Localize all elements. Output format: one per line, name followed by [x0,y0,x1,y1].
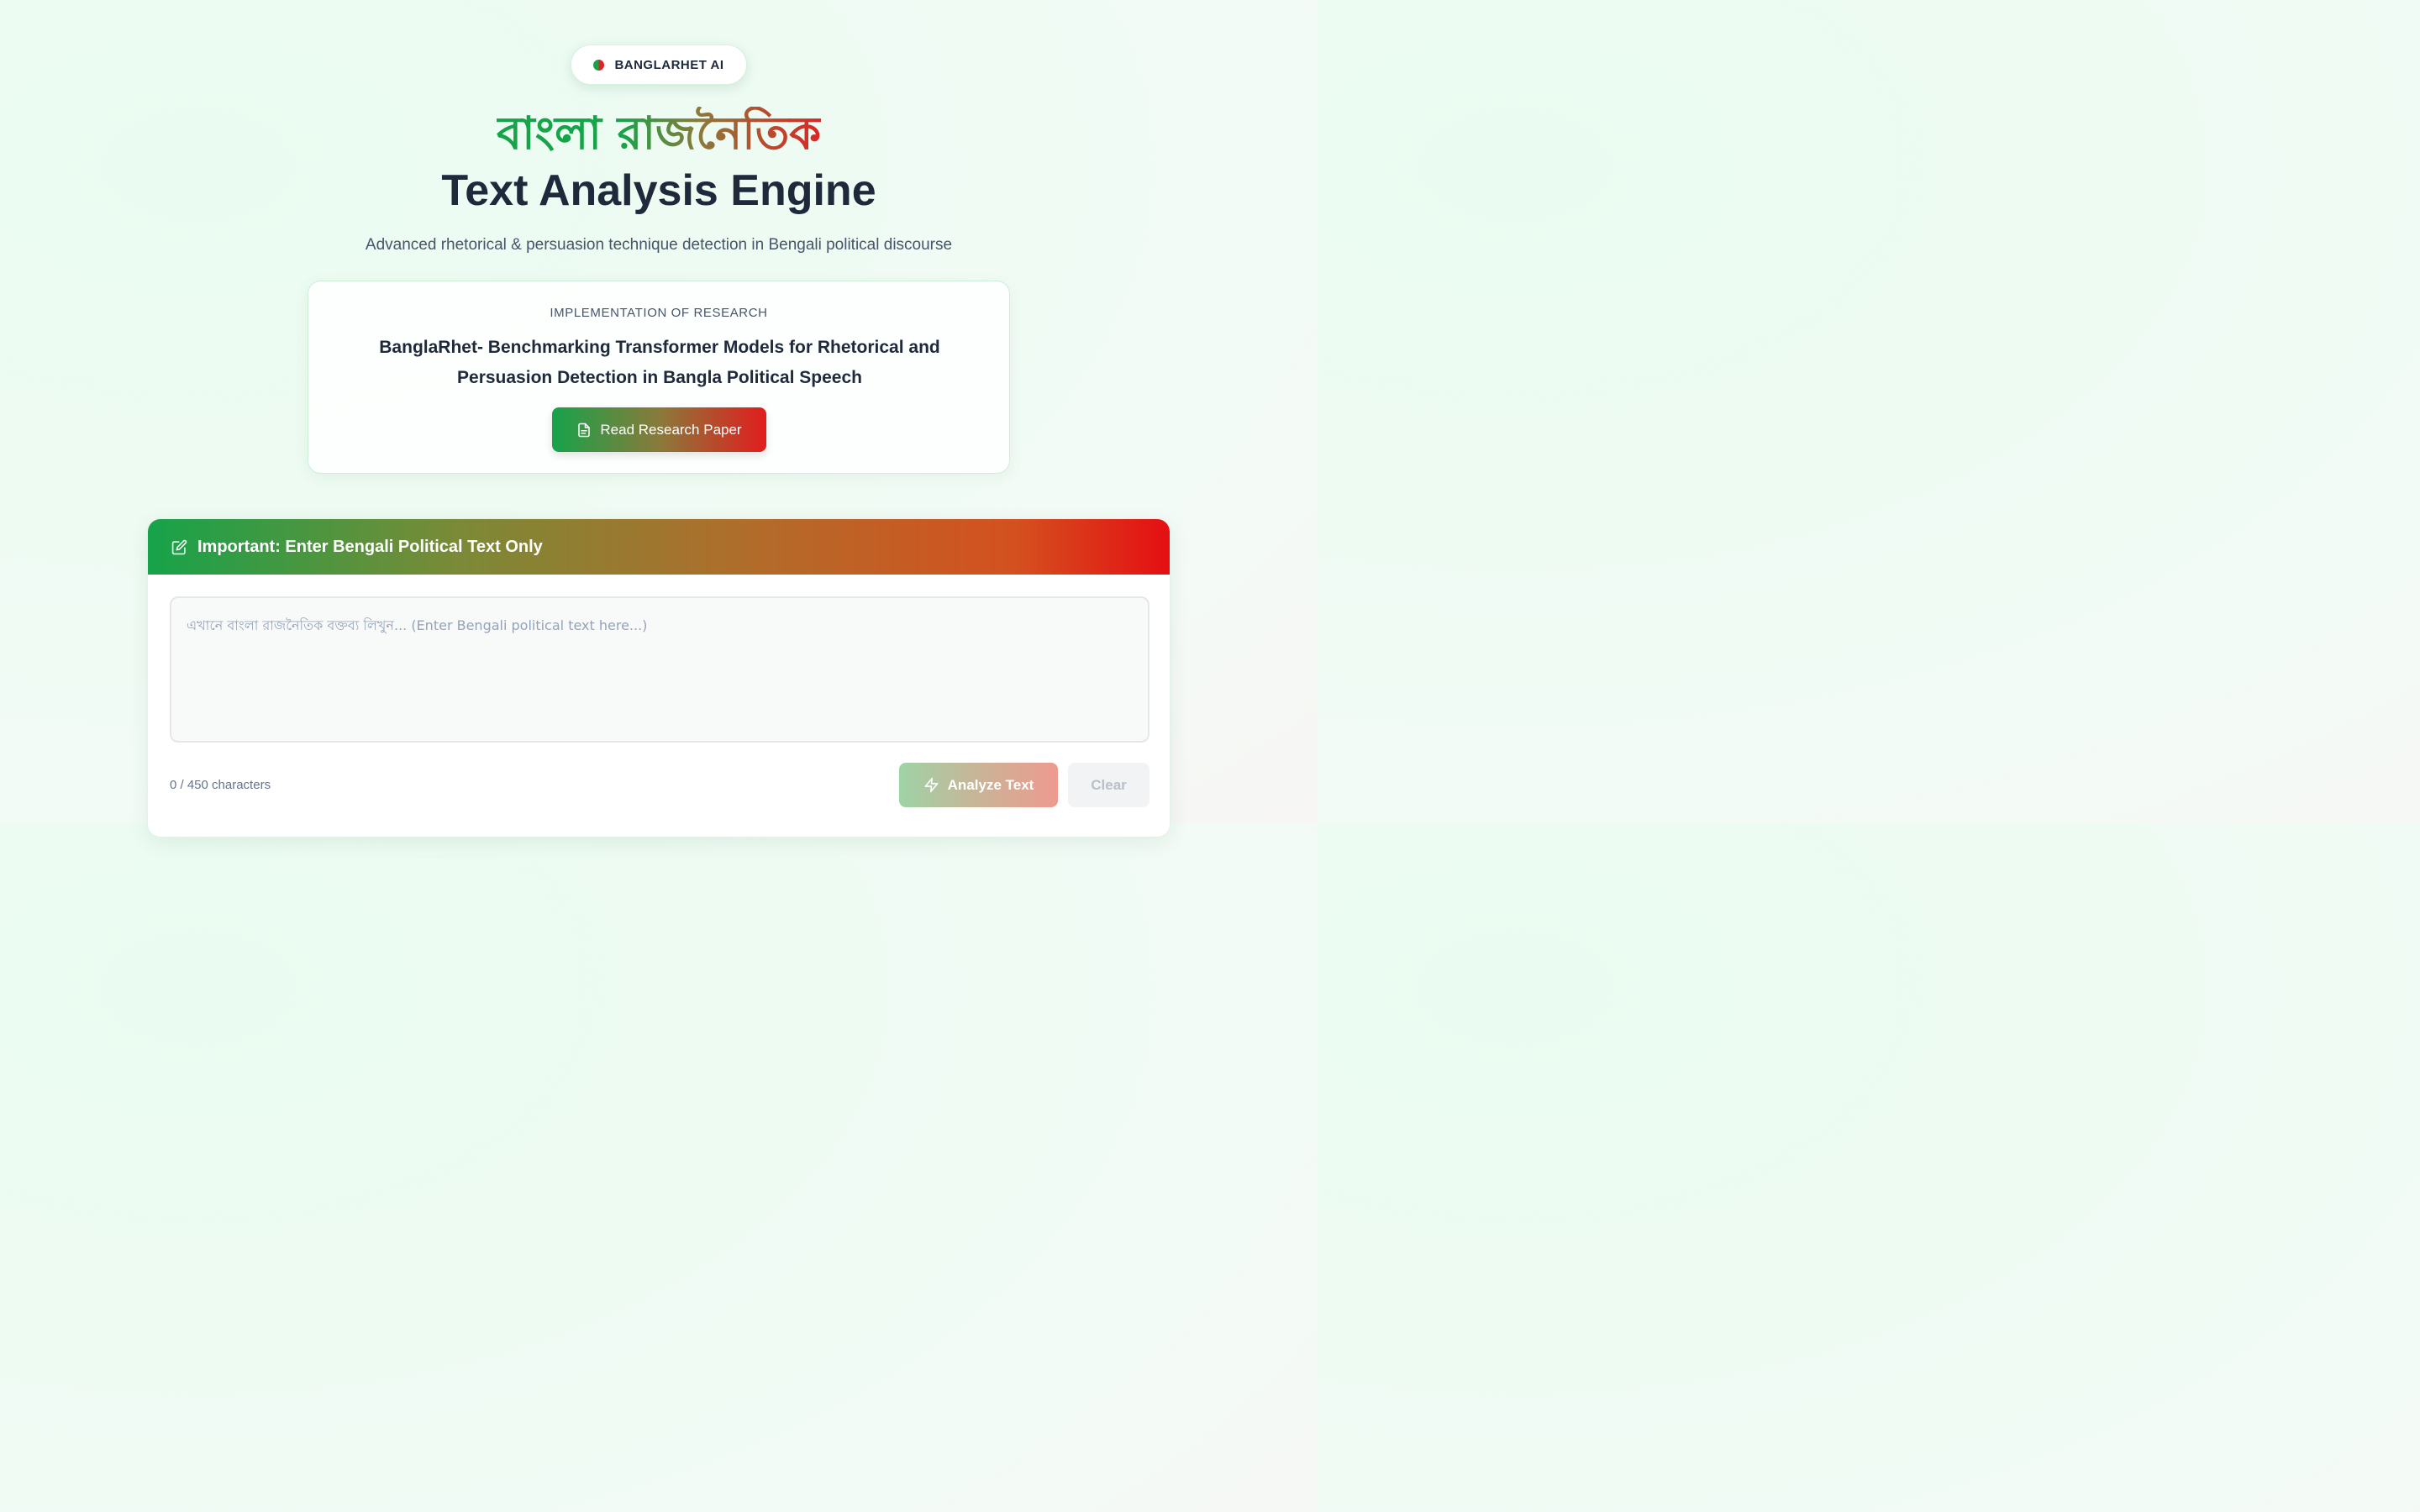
research-eyebrow: IMPLEMENTATION OF RESEARCH [550,306,768,320]
hero-title-bengali: বাংলা রাজনৈতিক [497,107,821,160]
analyze-text-label: Analyze Text [947,776,1034,793]
read-research-paper-button[interactable]: Read Research Paper [552,407,766,452]
document-icon [578,423,591,437]
brand-label: BANGLARHET AI [614,57,724,72]
character-count: 0 / 450 characters [170,778,271,792]
analyze-text-button[interactable]: Analyze Text [899,763,1058,807]
read-research-paper-label: Read Research Paper [600,421,742,438]
research-card: IMPLEMENTATION OF RESEARCH BanglaRhet- B… [308,281,1010,474]
bengali-text-input[interactable] [170,596,1150,743]
hero-subtitle: Advanced rhetorical & persuasion techniq… [365,236,953,254]
input-card-header-label: Important: Enter Bengali Political Text … [197,537,543,556]
edit-icon [171,539,187,554]
brand-badge: BANGLARHET AI [571,45,747,85]
hero-title-english: Text Analysis Engine [441,166,876,215]
lightning-icon [924,777,939,793]
clear-button[interactable]: Clear [1068,763,1150,807]
research-title: BanglaRhet- Benchmarking Transformer Mod… [379,338,940,387]
input-card-header: Important: Enter Bengali Political Text … [148,519,1170,575]
text-input-card: Important: Enter Bengali Political Text … [147,518,1171,837]
flag-dot-icon [593,59,605,71]
